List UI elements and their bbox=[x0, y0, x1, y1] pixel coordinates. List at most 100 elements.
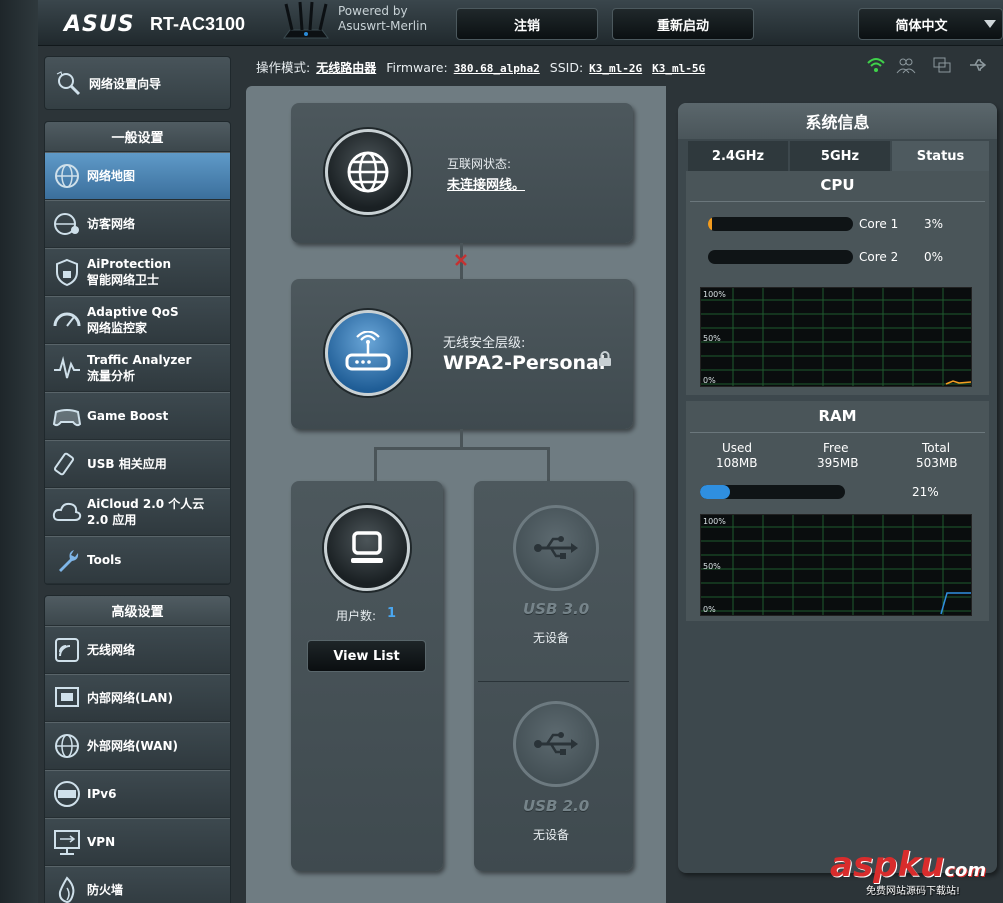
sidebar-advanced-item-1[interactable]: 内部网络(LAN) bbox=[45, 674, 230, 722]
usb-card: USB 3.0 无设备 USB 2.0 无设备 bbox=[474, 481, 633, 871]
sidebar-general-item-4[interactable]: Traffic Analyzer 流量分析 bbox=[45, 344, 230, 392]
sidebar-general-item-7[interactable]: AiCloud 2.0 个人云 2.0 应用 bbox=[45, 488, 230, 536]
core1-bar bbox=[708, 217, 853, 231]
tab-2-4ghz[interactable]: 2.4GHz bbox=[688, 141, 788, 171]
router-model: RT-AC3100 bbox=[150, 14, 246, 34]
connector-line bbox=[460, 429, 463, 449]
internet-status-value[interactable]: 未连接网线。 bbox=[447, 174, 525, 193]
core2-percent: 0% bbox=[924, 250, 944, 264]
advanced-settings-header: 高级设置 bbox=[45, 596, 230, 626]
sidebar-general-item-5[interactable]: Game Boost bbox=[45, 392, 230, 440]
ssid-5g-link[interactable]: K3_ml-5G bbox=[652, 62, 705, 75]
ram-total-value: 503MB bbox=[916, 456, 958, 470]
divider bbox=[690, 432, 985, 433]
watermark-logo: aspkucom bbox=[830, 845, 986, 885]
usb3-circle[interactable] bbox=[513, 505, 599, 591]
clients-label: 用户数: bbox=[336, 609, 377, 623]
advanced-settings-menu: 高级设置 无线网络 内部网络(LAN) 外部网络(WAN) IPv6 VPN 防火墙 bbox=[44, 595, 231, 903]
language-select[interactable]: 简体中文 bbox=[858, 8, 1003, 40]
router-icon bbox=[283, 1, 329, 39]
guest-users-icon[interactable] bbox=[896, 56, 916, 74]
sidebar-general-item-label: 网络地图 bbox=[87, 168, 135, 184]
sidebar-general-item-label: 访客网络 bbox=[87, 216, 135, 232]
setup-wizard-button[interactable]: 网络设置向导 bbox=[44, 56, 231, 110]
cpu-graph-0-label: 0% bbox=[703, 376, 716, 385]
sidebar-advanced-item-label: 外部网络(WAN) bbox=[87, 738, 178, 754]
sidebar-advanced-item-2[interactable]: 外部网络(WAN) bbox=[45, 722, 230, 770]
general-settings-menu: 一般设置 网络地图 访客网络 AiProtection 智能网络卫士 Adaptive … bbox=[44, 121, 231, 585]
firmware-link[interactable]: 380.68_alpha2 bbox=[454, 62, 540, 75]
usb-stick-icon bbox=[53, 452, 75, 476]
sidebar-general-item-label: Tools bbox=[87, 552, 121, 568]
sidebar-advanced-item-4[interactable]: VPN bbox=[45, 818, 230, 866]
sidebar-general-item-title: 网络地图 bbox=[87, 169, 136, 183]
clients-count: 1 bbox=[387, 606, 397, 621]
sidebar-general-item-6[interactable]: USB 相关应用 bbox=[45, 440, 230, 488]
ram-title: RAM bbox=[818, 407, 857, 425]
tab-status[interactable]: Status bbox=[892, 141, 989, 171]
ram-bar bbox=[700, 485, 845, 499]
router-circle[interactable] bbox=[325, 310, 411, 396]
sidebar-general-item-title: Adaptive QoS bbox=[87, 305, 179, 319]
logout-button[interactable]: 注销 bbox=[456, 8, 598, 40]
gamepad-icon bbox=[52, 409, 82, 427]
mode-link[interactable]: 无线路由器 bbox=[316, 61, 376, 75]
powered-by-label: Powered by bbox=[338, 4, 408, 18]
cpu-graph-grid bbox=[701, 288, 971, 386]
connector-line bbox=[374, 447, 550, 450]
sidebar-advanced-item-5[interactable]: 防火墙 bbox=[45, 866, 230, 903]
sidebar-general-item-subtitle: 2.0 应用 bbox=[87, 513, 137, 527]
view-list-button[interactable]: View List bbox=[307, 640, 426, 672]
core2-bar bbox=[708, 250, 853, 264]
sidebar-general-item-title: AiCloud 2.0 个人云 bbox=[87, 497, 205, 511]
watermark-text: aspku bbox=[830, 845, 945, 885]
cpu-graph: 100% 50% 0% bbox=[700, 287, 972, 387]
router-status-card[interactable]: 无线安全层级: WPA2-Personal bbox=[291, 279, 633, 429]
sidebar-advanced-item-0[interactable]: 无线网络 bbox=[45, 626, 230, 674]
chevron-down-icon bbox=[984, 20, 996, 28]
lan-icon bbox=[55, 687, 79, 707]
shield-icon bbox=[56, 258, 78, 287]
guest-network-icon bbox=[54, 213, 79, 235]
disconnected-x-icon bbox=[455, 254, 467, 266]
globe-icon bbox=[55, 164, 79, 188]
app-icon[interactable] bbox=[932, 56, 952, 74]
tab-5ghz[interactable]: 5GHz bbox=[790, 141, 890, 171]
clients-card[interactable]: 用户数: 1 View List bbox=[291, 481, 443, 871]
wifi-icon[interactable] bbox=[866, 56, 886, 74]
ram-free-value: 395MB bbox=[817, 456, 859, 470]
usb3-status: 无设备 bbox=[533, 631, 570, 645]
sidebar-advanced-item-title: 外部网络(WAN) bbox=[87, 739, 178, 753]
ram-graph-50-label: 50% bbox=[703, 562, 721, 571]
usb2-circle[interactable] bbox=[513, 701, 599, 787]
ram-used-value: 108MB bbox=[716, 456, 758, 470]
sidebar-advanced-item-title: 防火墙 bbox=[87, 883, 124, 897]
sidebar-general-item-1[interactable]: 访客网络 bbox=[45, 200, 230, 248]
firmware-brand: Asuswrt-Merlin bbox=[338, 19, 428, 33]
connector-line bbox=[374, 447, 377, 481]
internet-status-card[interactable]: 互联网状态: 未连接网线。 bbox=[291, 103, 633, 243]
core1-bar-fill bbox=[708, 217, 713, 231]
ram-free-label: Free bbox=[823, 441, 849, 455]
sidebar-advanced-item-3[interactable]: IPv6 bbox=[45, 770, 230, 818]
sidebar-general-item-3[interactable]: Adaptive QoS 网络监控家 bbox=[45, 296, 230, 344]
security-level-label: 无线安全层级: bbox=[443, 336, 526, 351]
sidebar-general-item-label: USB 相关应用 bbox=[87, 456, 167, 472]
sidebar-general-item-0[interactable]: 网络地图 bbox=[45, 152, 230, 200]
language-value: 简体中文 bbox=[895, 18, 948, 34]
sidebar-general-item-8[interactable]: Tools bbox=[45, 536, 230, 584]
sidebar-general-item-2[interactable]: AiProtection 智能网络卫士 bbox=[45, 248, 230, 296]
ram-graph-grid bbox=[701, 515, 971, 615]
ipv6-icon bbox=[54, 781, 80, 807]
divider bbox=[690, 201, 985, 202]
usb-status-icon[interactable] bbox=[968, 56, 988, 74]
reboot-button[interactable]: 重新启动 bbox=[612, 8, 754, 40]
internet-circle[interactable] bbox=[325, 129, 411, 215]
core1-percent: 3% bbox=[924, 217, 944, 231]
sidebar-general-item-title: Traffic Analyzer bbox=[87, 353, 192, 367]
wizard-label: 网络设置向导 bbox=[89, 76, 162, 91]
clients-circle[interactable] bbox=[324, 505, 410, 591]
ssid-2g-link[interactable]: K3_ml-2G bbox=[589, 62, 642, 75]
lock-icon bbox=[599, 351, 611, 366]
sidebar-advanced-item-title: VPN bbox=[87, 835, 116, 849]
